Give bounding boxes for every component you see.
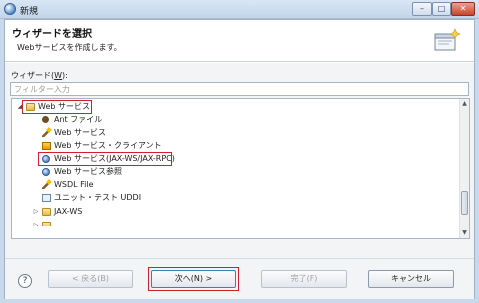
tree-scrollbar[interactable]: ▲ ▼ (459, 99, 469, 238)
window-title: 新規 (20, 7, 39, 17)
wizard-tree[interactable]: ◢ Web サービス Ant ファイル Web サービス Web サービス・クラ… (11, 98, 470, 239)
filter-input[interactable] (10, 82, 469, 96)
tree-item-label: ユニット・テスト UDDI (54, 193, 142, 202)
banner-title: ウィザードを選択 (12, 29, 92, 40)
wizard-body: ウィザード(W): ◢ Web サービス Ant ファイル Web サービス (5, 63, 474, 299)
dialog-content: ウィザードを選択 Webサービスを作成します。 ウィザード(W): ◢ Web … (4, 19, 475, 299)
tree-item-partial: ▷ (12, 220, 72, 226)
ant-icon (42, 116, 49, 123)
help-button[interactable]: ? (18, 274, 32, 288)
folder-icon (42, 222, 51, 226)
wizard-wand-icon (42, 181, 51, 189)
tree-item-label: Web サービス (54, 128, 106, 137)
minimize-button[interactable]: – (412, 2, 432, 16)
tree-item-web-service-client[interactable]: Web サービス・クライアント (12, 140, 232, 152)
folder-icon (42, 208, 51, 216)
client-icon (42, 142, 51, 150)
tree-item-wsdl-file[interactable]: WSDL File (12, 179, 212, 191)
scroll-up-arrow-icon[interactable]: ▲ (460, 99, 469, 109)
tree-item-web-service[interactable]: Web サービス (12, 127, 212, 139)
tree-item-ant-file[interactable]: Ant ファイル (12, 114, 212, 126)
next-button[interactable]: 次へ(N) > (151, 270, 236, 288)
tree-item-label: JAX-WS (54, 207, 83, 216)
scrollbar-thumb[interactable] (461, 191, 468, 215)
tree-item-unit-test-uddi[interactable]: ユニット・テスト UDDI (12, 192, 212, 204)
tree-item-jax-ws[interactable]: ▷ JAX-WS (12, 206, 212, 218)
maximize-button[interactable]: □ (432, 2, 451, 16)
doc-icon (42, 194, 51, 202)
tree-item-label: Web サービス・クライアント (54, 141, 162, 150)
wizard-banner-icon (434, 28, 461, 51)
wizard-filter-label: ウィザード(W): (11, 71, 68, 80)
back-button[interactable]: < 戻る(B) (48, 270, 133, 288)
app-icon (4, 3, 16, 15)
tree-item-label: WSDL File (54, 180, 94, 189)
wizard-wand-icon (42, 129, 51, 137)
finish-button[interactable]: 完了(F) (261, 270, 347, 288)
close-button[interactable]: ✕ (451, 2, 475, 16)
tree-item-label: Web サービス参照 (54, 167, 122, 176)
wizard-banner: ウィザードを選択 Webサービスを作成します。 (5, 20, 474, 62)
title-bar: 新規 – □ ✕ (0, 0, 479, 19)
expand-arrow-icon[interactable]: ▷ (32, 206, 40, 218)
highlight-box (38, 152, 172, 166)
highlight-box (22, 100, 92, 114)
scroll-down-arrow-icon[interactable]: ▼ (460, 228, 469, 238)
cancel-button[interactable]: キャンセル (368, 270, 454, 288)
tree-item-web-service-reference[interactable]: Web サービス参照 (12, 166, 212, 178)
expand-arrow-icon: ▷ (33, 222, 39, 226)
globe-icon (42, 168, 50, 176)
tree-item-label: Ant ファイル (54, 115, 103, 124)
banner-description: Webサービスを作成します。 (17, 43, 122, 52)
button-bar: ? < 戻る(B) 次へ(N) > 完了(F) キャンセル (5, 258, 474, 299)
